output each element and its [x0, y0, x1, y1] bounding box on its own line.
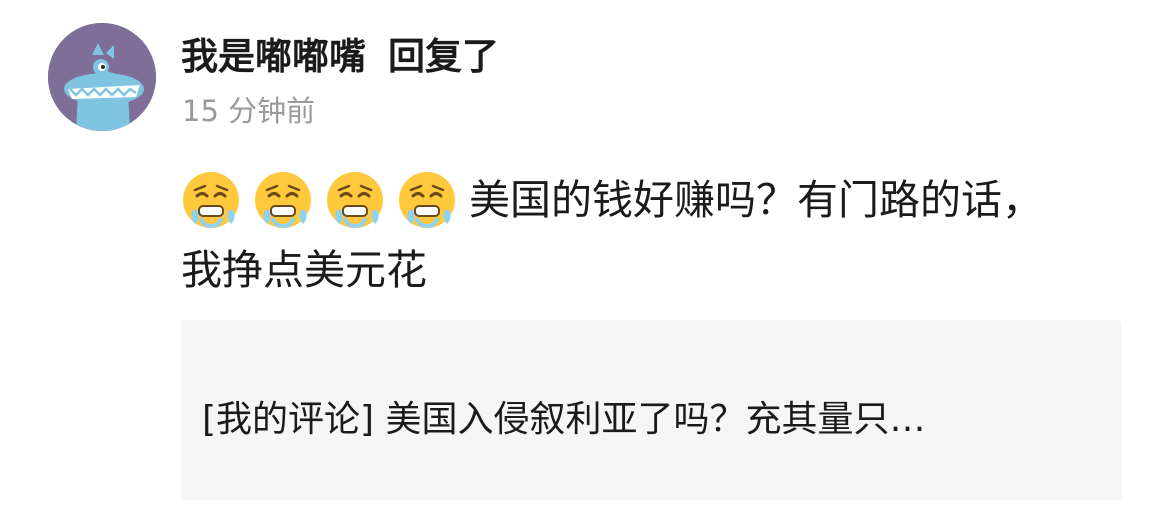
emoji-group [181, 172, 469, 229]
reply-content: 美国的钱好赚吗？有门路的话，我挣点美元花 [181, 165, 1061, 305]
tired-face-emoji-icon [325, 170, 385, 230]
quoted-comment-text: [我的评论] 美国入侵叙利亚了吗？充其量只… [202, 399, 926, 440]
username-link[interactable]: 我是嘟嘟嘴 [181, 26, 366, 80]
tired-face-emoji-icon [397, 170, 457, 230]
action-label: 回复了 [388, 35, 499, 78]
tired-face-emoji-icon [253, 170, 313, 230]
user-avatar[interactable] [48, 23, 156, 131]
quoted-comment-box[interactable]: [我的评论] 美国入侵叙利亚了吗？充其量只… [181, 320, 1122, 500]
notification-header: 我是嘟嘟嘴 回复了 [181, 28, 499, 78]
blue-monster-avatar-icon [48, 23, 156, 131]
timestamp: 15 分钟前 [182, 94, 316, 128]
tired-face-emoji-icon [181, 170, 241, 230]
